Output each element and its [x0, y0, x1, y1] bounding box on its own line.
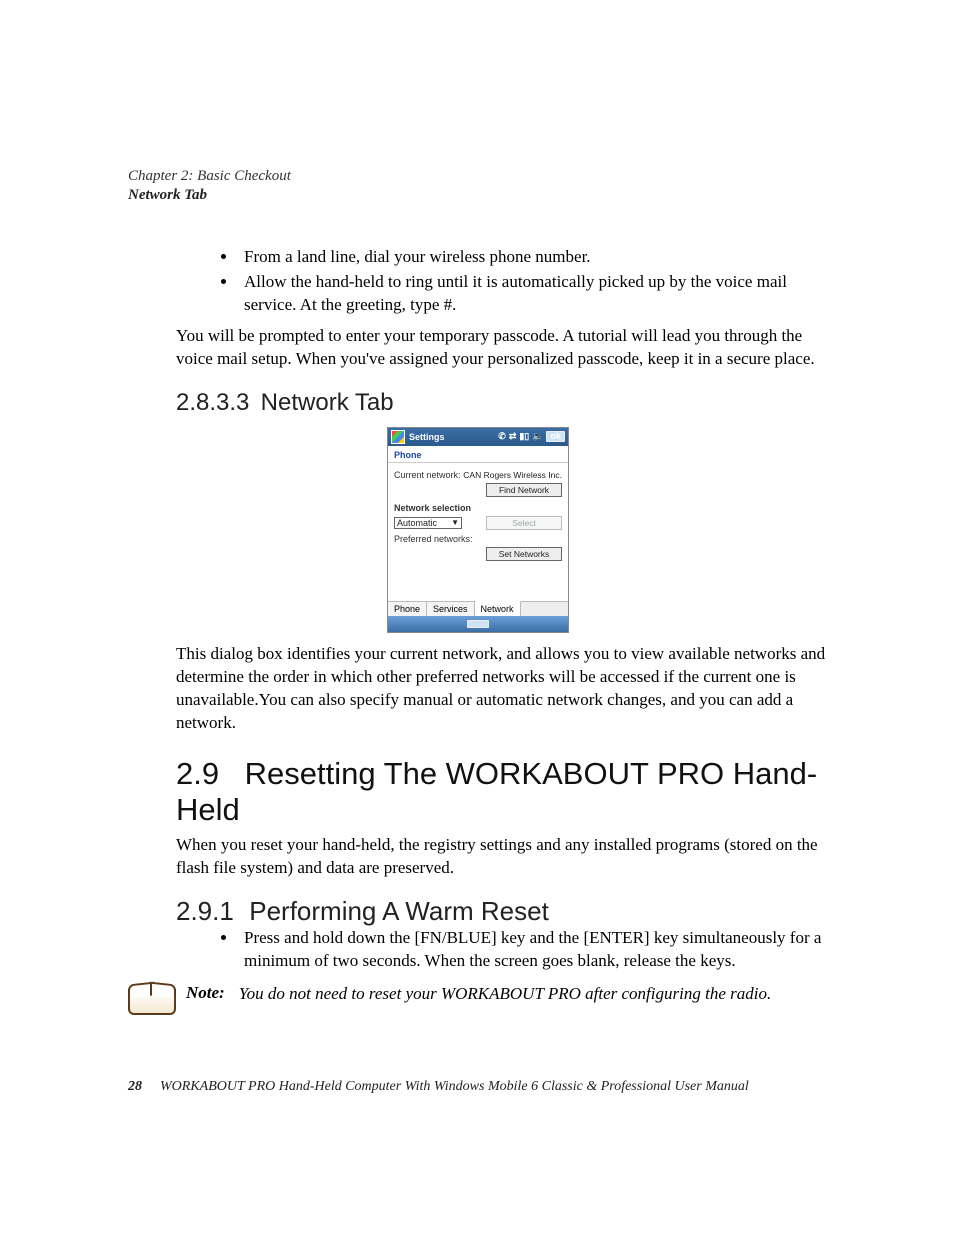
- list-item: Allow the hand-held to ring until it is …: [238, 271, 828, 317]
- page-footer: 28 WORKABOUT PRO Hand-Held Computer With…: [128, 1079, 828, 1095]
- section-name: Network Tab: [128, 187, 828, 204]
- list-item: Press and hold down the [FN/BLUE] key an…: [238, 927, 828, 973]
- page-content: Chapter 2: Basic Checkout Network Tab Fr…: [128, 168, 828, 1013]
- paragraph: When you reset your hand-held, the regis…: [176, 834, 828, 880]
- heading-title: Performing A Warm Reset: [249, 896, 549, 926]
- signal-icon: ▮▯: [519, 432, 529, 441]
- find-network-button[interactable]: Find Network: [486, 483, 562, 497]
- heading-2-9: 2.9 Resetting The WORKABOUT PRO Hand-Hel…: [176, 756, 828, 828]
- settings-body: Current network: CAN Rogers Wireless Inc…: [388, 463, 568, 601]
- settings-subtitle: Phone: [388, 446, 568, 463]
- paragraph: You will be prompted to enter your tempo…: [176, 325, 828, 371]
- heading-number: 2.8.3.3: [176, 389, 254, 417]
- tab-phone[interactable]: Phone: [388, 602, 427, 616]
- heading-title: Network Tab: [261, 389, 394, 416]
- note-text: You do not need to reset your WORKABOUT …: [239, 983, 828, 1005]
- note-block: Note: You do not need to reset your WORK…: [128, 983, 828, 1013]
- current-network-value: CAN Rogers Wireless Inc.: [463, 470, 562, 480]
- heading-number: 2.9.1: [176, 896, 242, 927]
- windows-start-icon: [391, 430, 405, 444]
- dropdown-value: Automatic: [397, 518, 437, 528]
- speaker-icon: 🔈: [532, 432, 543, 441]
- tab-network[interactable]: Network: [475, 601, 521, 616]
- note-label: Note:: [186, 983, 225, 1003]
- footer-title: WORKABOUT PRO Hand-Held Computer With Wi…: [160, 1079, 749, 1095]
- preferred-networks-label: Preferred networks:: [394, 534, 473, 544]
- ok-button[interactable]: ok: [546, 431, 565, 442]
- bullet-list-291: Press and hold down the [FN/BLUE] key an…: [128, 927, 828, 973]
- current-network-label: Current network:: [394, 470, 461, 480]
- tray-icons: ✆ ⇄ ▮▯ 🔈 ok: [498, 431, 565, 442]
- keyboard-icon[interactable]: [467, 620, 489, 628]
- heading-2-9-1: 2.9.1 Performing A Warm Reset: [176, 896, 828, 927]
- heading-2-8-3-3: 2.8.3.3 Network Tab: [176, 389, 828, 417]
- network-selection-label: Network selection: [394, 503, 471, 513]
- network-selection-dropdown[interactable]: Automatic ▼: [394, 517, 462, 529]
- heading-number: 2.9: [176, 756, 236, 792]
- window-title: Settings: [409, 432, 445, 442]
- heading-title: Resetting The WORKABOUT PRO Hand-Held: [176, 756, 817, 827]
- book-icon: [128, 983, 172, 1013]
- page-number: 28: [128, 1079, 142, 1095]
- set-networks-button[interactable]: Set Networks: [486, 547, 562, 561]
- sip-bar: [388, 616, 568, 632]
- chevron-down-icon: ▼: [451, 518, 459, 527]
- tab-bar: Phone Services Network: [388, 601, 568, 616]
- sync-icon: ⇄: [509, 432, 517, 441]
- list-item: From a land line, dial your wireless pho…: [238, 246, 828, 269]
- chapter-line: Chapter 2: Basic Checkout: [128, 168, 828, 185]
- window-titlebar: Settings ✆ ⇄ ▮▯ 🔈 ok: [388, 428, 568, 446]
- phone-icon: ✆: [498, 432, 506, 441]
- bullet-list-top: From a land line, dial your wireless pho…: [128, 246, 828, 317]
- device-screenshot: Settings ✆ ⇄ ▮▯ 🔈 ok Phone Current netwo…: [387, 427, 569, 633]
- select-button: Select: [486, 516, 562, 530]
- paragraph: This dialog box identifies your current …: [176, 643, 828, 735]
- tab-services[interactable]: Services: [427, 602, 475, 616]
